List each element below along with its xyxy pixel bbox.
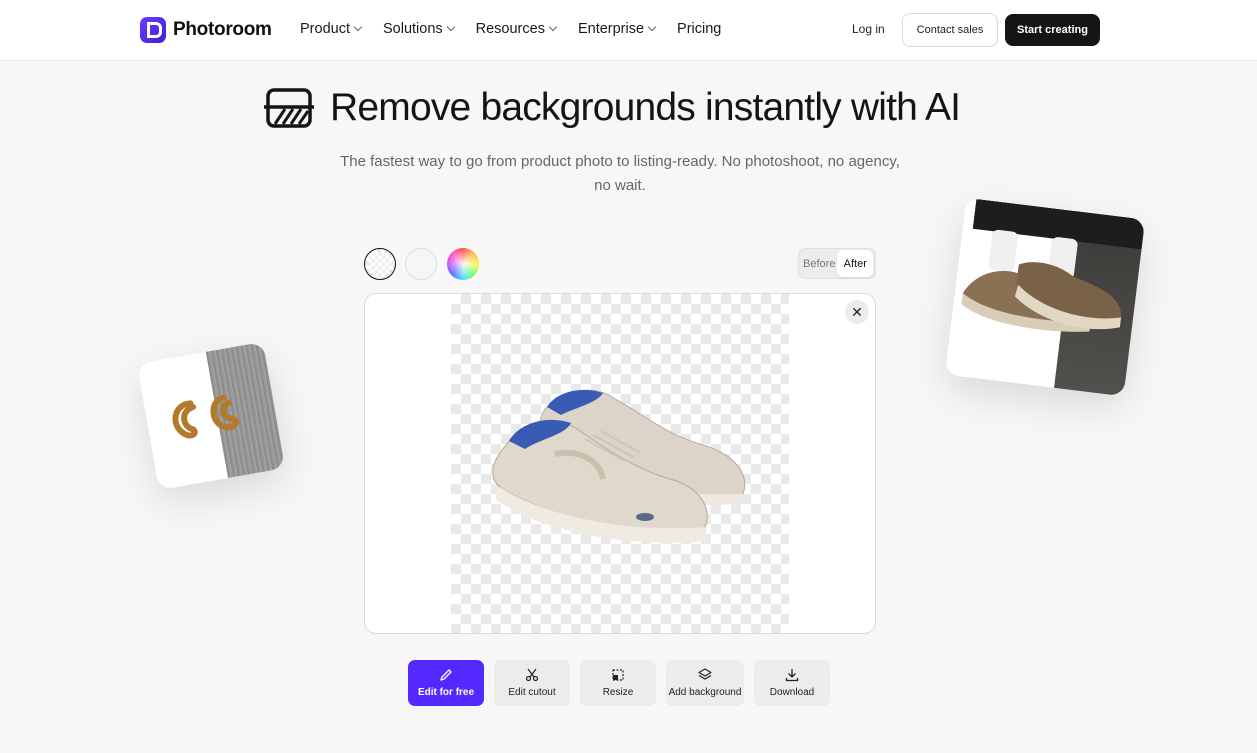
- login-link[interactable]: Log in: [852, 22, 885, 36]
- menu-resources[interactable]: Resources: [475, 21, 558, 37]
- chevron-down-icon: [353, 22, 363, 32]
- layers-icon: [698, 668, 712, 680]
- before-after-toggle: Before After: [798, 248, 876, 279]
- page-title: Remove backgrounds instantly with AI: [330, 86, 961, 129]
- result-canvas: ✕: [364, 293, 876, 634]
- button-label: Edit cutout: [508, 687, 556, 698]
- menu-label: Product: [300, 21, 350, 37]
- menu-label: Resources: [475, 21, 545, 37]
- sneakers-cutout-image: [492, 389, 746, 543]
- button-label: Resize: [602, 687, 634, 698]
- page-subtitle: The fastest way to go from product photo…: [340, 153, 900, 194]
- contact-sales-button[interactable]: Contact sales: [902, 13, 998, 47]
- photoroom-logo-icon: [140, 17, 166, 43]
- edit-cutout-button[interactable]: Edit cutout: [494, 660, 570, 706]
- scissors-icon: [525, 668, 539, 682]
- menu-solutions[interactable]: Solutions: [382, 21, 455, 37]
- menu-label: Pricing: [677, 21, 722, 37]
- chevron-down-icon: [647, 22, 657, 32]
- sneakers-example-card: [944, 197, 1146, 397]
- chevron-down-icon: [548, 22, 558, 32]
- menu-enterprise[interactable]: Enterprise: [577, 21, 657, 37]
- close-icon[interactable]: ✕: [845, 300, 869, 324]
- action-bar: Edit for free Edit cutout Resize Add bac…: [408, 660, 830, 706]
- earrings-example-card: [136, 341, 286, 491]
- top-nav: Photoroom Product Solutions Resources En…: [0, 0, 1257, 61]
- download-button[interactable]: Download: [754, 660, 830, 706]
- before-option[interactable]: Before: [801, 258, 837, 270]
- resize-icon: [612, 669, 624, 681]
- button-label: Add background: [668, 687, 742, 698]
- start-creating-button[interactable]: Start creating: [1005, 14, 1100, 46]
- brand-name: Photoroom: [173, 19, 272, 40]
- menu-product[interactable]: Product: [300, 21, 363, 37]
- menu-label: Solutions: [382, 21, 443, 37]
- sneakers-on-feet-image: [961, 198, 1146, 332]
- menu-label: Enterprise: [577, 21, 645, 37]
- chevron-down-icon: [446, 22, 455, 32]
- add-background-button[interactable]: Add background: [666, 660, 744, 706]
- white-background-swatch[interactable]: [405, 248, 437, 280]
- pencil-icon: [440, 669, 452, 681]
- transparent-background-swatch[interactable]: [364, 248, 396, 280]
- edit-for-free-button[interactable]: Edit for free: [408, 660, 484, 706]
- brand-logo[interactable]: Photoroom: [140, 17, 272, 43]
- remove-background-icon: [264, 88, 314, 128]
- main-menu: Product Solutions Resources Enterprise P…: [300, 21, 721, 37]
- download-icon: [785, 669, 799, 682]
- color-picker-swatch[interactable]: [447, 248, 479, 280]
- after-option[interactable]: After: [837, 250, 873, 277]
- button-label: Download: [769, 687, 815, 698]
- resize-button[interactable]: Resize: [580, 660, 656, 706]
- menu-pricing[interactable]: Pricing: [677, 21, 721, 37]
- button-label: Edit for free: [417, 687, 475, 698]
